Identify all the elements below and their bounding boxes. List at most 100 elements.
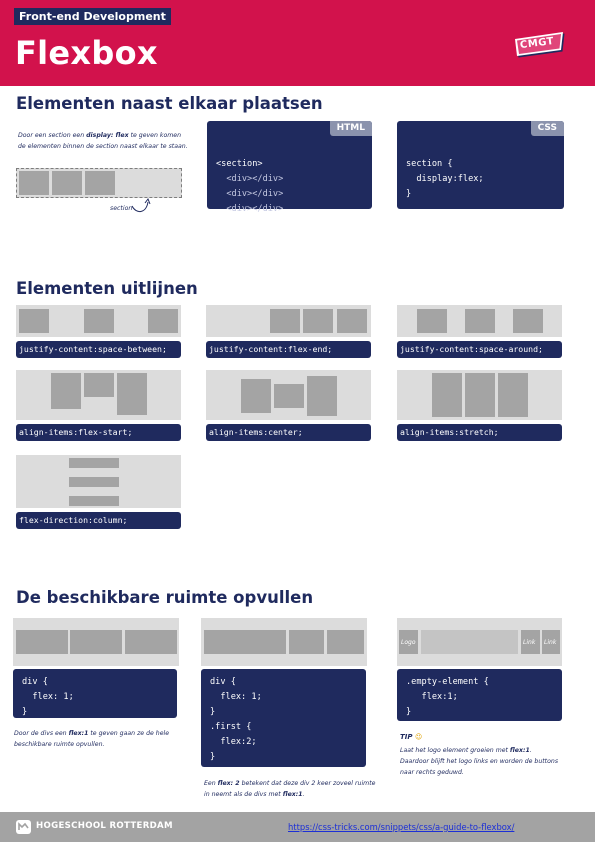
css-badge: CSS — [530, 121, 564, 136]
code-line: .empty-element { — [406, 677, 489, 687]
demo-div — [69, 458, 119, 468]
note-text: de elementen binnen de section naast elk… — [18, 143, 188, 150]
section-label: section — [110, 205, 133, 212]
label-space-around: justify-content:space-around; — [397, 341, 562, 358]
note-text: in neemt als de divs met — [204, 791, 283, 798]
code-line: } — [406, 707, 412, 717]
empty-element-code-block: .empty-element { flex:1;} — [397, 669, 562, 721]
code-line: div { — [210, 677, 236, 687]
label-flex-end: justify-content:flex-end; — [206, 341, 371, 358]
demo-div — [432, 373, 462, 417]
demo-div — [51, 373, 81, 409]
code-line: <div></div> — [216, 189, 284, 199]
section1-note: Door een section een display: flex te ge… — [18, 130, 198, 152]
code-line: flex: 1; — [22, 692, 74, 702]
footer: HOGESCHOOL ROTTERDAM https://css-tricks.… — [0, 812, 595, 842]
note-line: Laat het logo element groeien met flex:1… — [400, 745, 570, 756]
label-space-between: justify-content:space-between; — [16, 341, 181, 358]
section-title-filling: De beschikbare ruimte opvullen — [16, 588, 314, 607]
note-line: de elementen binnen de section naast elk… — [18, 141, 198, 152]
demo-div — [85, 171, 115, 195]
code-line: .first { — [210, 722, 252, 732]
code-line: } — [210, 707, 216, 717]
demo-div — [274, 384, 304, 408]
wink-emoji-icon: 😉 — [414, 733, 423, 741]
label-column: flex-direction:column; — [16, 512, 181, 529]
flex1-code-block: div { flex: 1;} — [13, 669, 177, 718]
note-text: te geven komen — [128, 132, 181, 139]
note-code-term: flex:1 — [68, 730, 89, 737]
tip-label: TIP — [400, 733, 413, 741]
note-line: Door een section een display: flex te ge… — [18, 130, 198, 141]
demo-div — [125, 630, 177, 654]
html-badge: HTML — [329, 121, 372, 136]
section-title-placing: Elementen naast elkaar plaatsen — [16, 94, 323, 113]
label-stretch: align-items:stretch; — [397, 424, 562, 441]
demo-div — [417, 309, 447, 333]
code-line: <section> — [216, 159, 263, 169]
label-flex-start: align-items:flex-start; — [16, 424, 181, 441]
demo-div — [498, 373, 528, 417]
css-code-block: CSS section { display:flex;} — [397, 121, 564, 209]
footer-link[interactable]: https://css-tricks.com/snippets/css/a-gu… — [288, 822, 514, 832]
demo-div — [289, 630, 324, 654]
note-text: . — [529, 747, 532, 754]
code-line: div { — [22, 677, 48, 687]
demo-div — [148, 309, 178, 333]
note-line: in neemt als de divs met flex:1. — [204, 789, 384, 800]
note-code-term: flex:1 — [282, 791, 303, 798]
note-code-term: display: flex — [86, 132, 129, 139]
link-label: Link — [544, 639, 557, 646]
note-text: Door de divs een — [14, 730, 69, 737]
note-text: Daardoor blijft het logo links en worden… — [400, 758, 559, 765]
note-line: Door de divs een flex:1 te geven gaan ze… — [14, 728, 194, 739]
demo-div — [307, 376, 337, 416]
demo-div — [465, 373, 495, 417]
note-text: beschikbare ruimte opvullen. — [14, 741, 105, 748]
section-title-aligning: Elementen uitlijnen — [16, 279, 198, 298]
note-line: Een flex: 2 betekent dat deze div 2 keer… — [204, 778, 384, 789]
demo-div — [69, 477, 119, 487]
note-text: betekent dat deze div 2 keer zoveel ruim… — [239, 780, 376, 787]
demo-div-first — [204, 630, 286, 654]
note-text: naar rechts geduwd. — [400, 769, 464, 776]
code-line: </section> — [216, 219, 268, 229]
code-line: display:flex; — [406, 174, 484, 184]
demo-div — [337, 309, 367, 333]
flex2-note: Een flex: 2 betekent dat deze div 2 keer… — [204, 778, 384, 800]
code-line: flex:1; — [406, 692, 458, 702]
note-line: naar rechts geduwd. — [400, 767, 570, 778]
note-line: beschikbare ruimte opvullen. — [14, 739, 194, 750]
demo-div — [241, 379, 271, 413]
header-banner: Front-end Development Flexbox CMGT — [0, 0, 595, 86]
tip-heading: TIP 😉 — [400, 732, 422, 743]
demo-div — [19, 171, 49, 195]
demo-div — [52, 171, 82, 195]
note-text: te geven gaan ze de hele — [88, 730, 170, 737]
demo-div — [465, 309, 495, 333]
demo-div — [69, 496, 119, 506]
demo-div — [303, 309, 333, 333]
code-line: } — [22, 707, 28, 717]
demo-div — [327, 630, 364, 654]
logo-label: Logo — [401, 639, 416, 646]
note-code-term: flex:1 — [509, 747, 530, 754]
footer-brand: HOGESCHOOL ROTTERDAM — [36, 821, 173, 831]
hr-logo-icon — [16, 820, 31, 834]
page-title: Flexbox — [15, 34, 158, 72]
code-line: section { — [406, 159, 453, 169]
demo-div — [16, 630, 68, 654]
html-code-block: HTML <section> <div></div> <div></div> <… — [207, 121, 372, 229]
demo-div — [84, 309, 114, 333]
note-text: Laat het logo element groeien met — [400, 747, 510, 754]
flex1-note: Door de divs een flex:1 te geven gaan ze… — [14, 728, 194, 750]
note-code-term: flex: 2 — [217, 780, 240, 787]
note-text: Een — [204, 780, 218, 787]
code-line: flex:2; — [210, 737, 257, 747]
code-line: <div></div> — [216, 174, 284, 184]
curved-arrow-icon — [131, 197, 151, 212]
demo-div — [117, 373, 147, 415]
flex2-code-block: div { flex: 1;} .first { flex:2;} — [201, 669, 366, 767]
tip-note: Laat het logo element groeien met flex:1… — [400, 745, 570, 778]
demo-div — [513, 309, 543, 333]
